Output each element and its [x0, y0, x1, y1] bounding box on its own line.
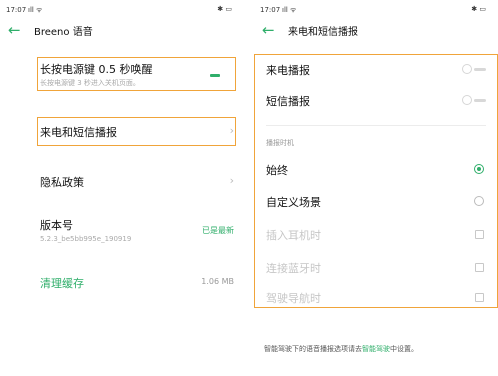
- call-broadcast-title: 来电播报: [266, 64, 310, 77]
- status-time: 17:07: [6, 6, 27, 14]
- smart-driving-link[interactable]: 智能驾驶: [362, 345, 390, 353]
- signal-wifi-icons: ıll ᯤ: [28, 6, 43, 14]
- chevron-right-icon: ›: [229, 174, 234, 187]
- signal-wifi-icons: ıll ᯤ: [282, 6, 297, 14]
- breeno-settings-screen: 17:07 ıll ᯤ ✱ ▭ ← Breeno 语音 长按电源键 0.5 秒唤…: [0, 0, 244, 376]
- sms-broadcast-row[interactable]: 短信播报: [254, 89, 498, 111]
- timing-option-always[interactable]: 始终: [254, 158, 498, 180]
- call-sms-broadcast-row[interactable]: 来电和短信播报 ›: [0, 116, 244, 148]
- version-status: 已是最新: [202, 226, 234, 235]
- checkbox-disabled: [475, 230, 484, 239]
- section-title: 播报时机: [266, 139, 294, 147]
- checkbox-disabled: [475, 263, 484, 272]
- radio-unselected-icon[interactable]: [474, 196, 484, 206]
- page-title: 来电和短信播报: [288, 27, 358, 38]
- app-header: ← Breeno 语音: [0, 20, 244, 42]
- call-broadcast-row[interactable]: 来电播报: [254, 58, 498, 80]
- cache-size: 1.06 MB: [201, 277, 234, 286]
- privacy-title: 隐私政策: [40, 176, 84, 189]
- option-label: 驾驶导航时: [266, 292, 321, 305]
- power-key-subtitle: 长按电源键 3 秒进入关机页面。: [40, 79, 140, 87]
- radio-selected-icon[interactable]: [474, 164, 484, 174]
- option-label: 自定义场景: [266, 196, 321, 209]
- battery-icon: ✱ ▭: [471, 5, 486, 13]
- timing-option-navigation: 驾驶导航时: [254, 286, 498, 308]
- power-key-wake-row[interactable]: 长按电源键 0.5 秒唤醒 长按电源键 3 秒进入关机页面。: [0, 56, 244, 94]
- version-title: 版本号: [40, 219, 73, 232]
- checkbox-disabled: [475, 293, 484, 302]
- chevron-right-icon: ›: [229, 124, 234, 137]
- battery-icon: ✱ ▭: [217, 5, 232, 13]
- clear-cache-title: 清理缓存: [40, 277, 84, 290]
- divider: [266, 125, 486, 126]
- timing-option-headphones: 插入耳机时: [254, 223, 498, 245]
- sms-broadcast-toggle[interactable]: [460, 94, 486, 106]
- sms-broadcast-title: 短信播报: [266, 95, 310, 108]
- app-header: ← 来电和短信播报: [254, 20, 498, 42]
- status-time: 17:07: [260, 6, 281, 14]
- timing-option-custom[interactable]: 自定义场景: [254, 190, 498, 212]
- option-label: 连接蓝牙时: [266, 262, 321, 275]
- back-arrow-icon[interactable]: ←: [8, 21, 21, 39]
- status-bar: 17:07 ıll ᯤ ✱ ▭: [0, 0, 244, 18]
- clear-cache-row[interactable]: 清理缓存 1.06 MB: [0, 272, 244, 294]
- page-title: Breeno 语音: [34, 27, 93, 38]
- back-arrow-icon[interactable]: ←: [262, 21, 275, 39]
- smart-driving-footnote: 智能驾驶下的语音播报选项请去智能驾驶中设置。: [264, 344, 418, 354]
- power-key-toggle[interactable]: [210, 74, 220, 77]
- power-key-title: 长按电源键 0.5 秒唤醒: [40, 63, 153, 76]
- version-row: 版本号 5.2.3_be5bb995e_190919 已是最新: [0, 214, 244, 248]
- footnote-text: 智能驾驶下的语音播报选项请去: [264, 345, 362, 353]
- footnote-text-end: 中设置。: [390, 345, 418, 353]
- call-sms-title: 来电和短信播报: [40, 126, 117, 139]
- call-sms-broadcast-screen: 17:07 ıll ᯤ ✱ ▭ ← 来电和短信播报 来电播报 短信播报 播报时机…: [254, 0, 498, 376]
- timing-option-bluetooth: 连接蓝牙时: [254, 256, 498, 278]
- privacy-policy-row[interactable]: 隐私政策 ›: [0, 170, 244, 194]
- status-bar: 17:07 ıll ᯤ ✱ ▭: [254, 0, 498, 18]
- option-label: 始终: [266, 164, 288, 177]
- option-label: 插入耳机时: [266, 229, 321, 242]
- call-broadcast-toggle[interactable]: [460, 63, 486, 75]
- version-number: 5.2.3_be5bb995e_190919: [40, 235, 132, 243]
